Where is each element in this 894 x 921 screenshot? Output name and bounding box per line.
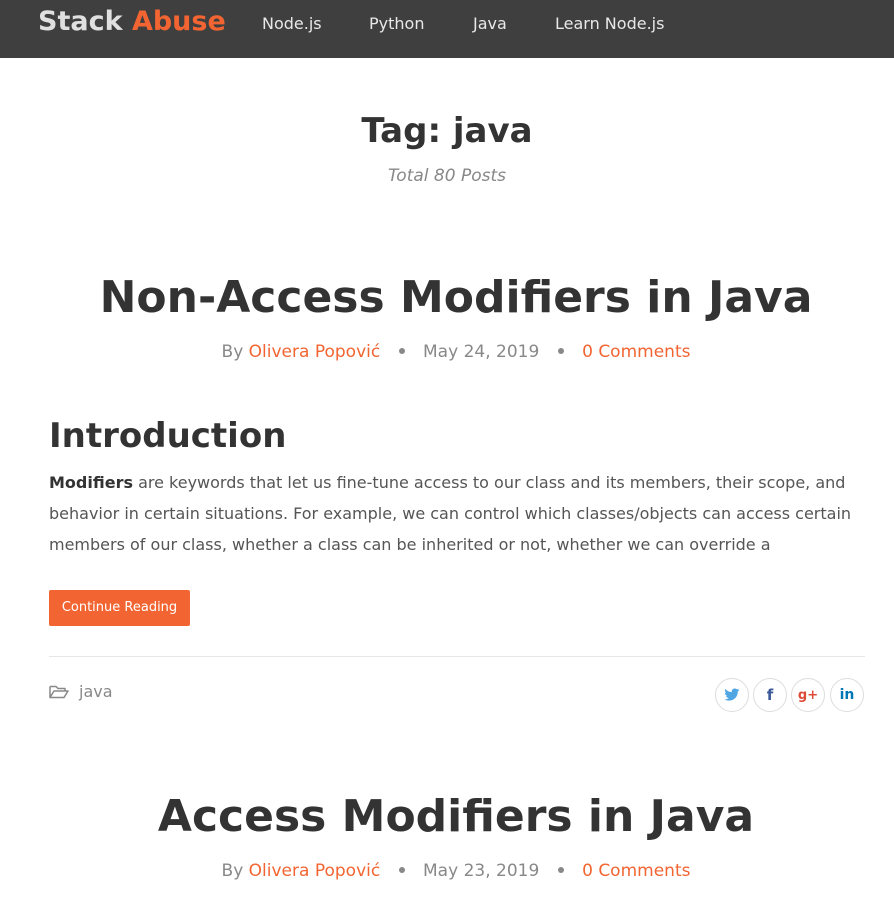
top-navbar: Stack Abuse Node.js Python Java Learn No… xyxy=(0,0,894,58)
author-link[interactable]: Olivera Popović xyxy=(249,861,381,881)
share-google-plus-button[interactable]: g+ xyxy=(791,678,825,712)
post-title-link[interactable]: Non-Access Modifiers in Java xyxy=(0,272,894,323)
twitter-icon xyxy=(724,688,740,701)
post-date: May 24, 2019 xyxy=(423,342,540,362)
excerpt-bold-term: Modifiers xyxy=(49,473,133,492)
folder-open-icon xyxy=(49,685,69,699)
by-label: By xyxy=(221,861,244,881)
author-link[interactable]: Olivera Popović xyxy=(249,342,381,362)
continue-reading-button[interactable]: Continue Reading xyxy=(49,590,190,626)
category-link[interactable]: java xyxy=(79,682,113,701)
share-linkedin-button[interactable]: in xyxy=(830,678,864,712)
linkedin-icon: in xyxy=(839,687,855,703)
post-meta: By Olivera Popović May 24, 2019 0 Commen… xyxy=(0,342,894,362)
meta-separator xyxy=(557,348,564,354)
post-count: Total 80 Posts xyxy=(388,166,506,186)
excerpt-text: are keywords that let us fine-tune acces… xyxy=(49,473,852,554)
post-footer-divider xyxy=(49,656,865,657)
facebook-icon: f xyxy=(766,686,774,704)
nav-link-learn-nodejs[interactable]: Learn Node.js xyxy=(555,14,664,33)
google-plus-icon: g+ xyxy=(797,687,819,703)
nav-link-python[interactable]: Python xyxy=(369,14,424,33)
post-date: May 23, 2019 xyxy=(423,861,540,881)
page-title: Tag: java xyxy=(361,111,533,151)
excerpt-heading: Introduction xyxy=(49,416,287,456)
post-excerpt: Modifiers are keywords that let us fine-… xyxy=(49,467,859,560)
share-facebook-button[interactable]: f xyxy=(753,678,787,712)
comments-link[interactable]: 0 Comments xyxy=(582,342,690,362)
nav-link-nodejs[interactable]: Node.js xyxy=(262,14,322,33)
share-twitter-button[interactable] xyxy=(715,678,749,712)
meta-separator xyxy=(398,348,405,354)
meta-separator xyxy=(557,867,564,873)
brand-name-part2: Abuse xyxy=(131,6,226,37)
comments-link[interactable]: 0 Comments xyxy=(582,861,690,881)
post-meta: By Olivera Popović May 23, 2019 0 Commen… xyxy=(0,861,894,881)
meta-separator xyxy=(398,867,405,873)
post-title-link[interactable]: Access Modifiers in Java xyxy=(0,791,894,842)
nav-link-java[interactable]: Java xyxy=(473,14,507,33)
site-logo[interactable]: Stack Abuse xyxy=(38,6,226,37)
brand-name-part1: Stack xyxy=(38,6,123,37)
by-label: By xyxy=(221,342,244,362)
